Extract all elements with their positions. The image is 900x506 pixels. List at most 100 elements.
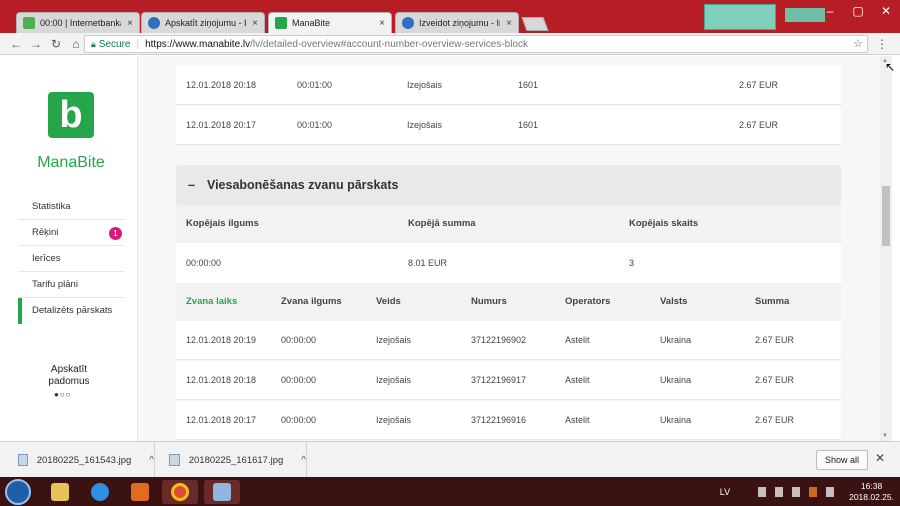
sidebar-item-tarifu-plani[interactable]: Tarifu plāni [18, 272, 124, 298]
call-amount: 2.67 EUR [755, 335, 795, 345]
reload-icon[interactable]: ↻ [46, 37, 66, 51]
call-time: 12.01.2018 20:17 [186, 415, 257, 425]
tab-title: Izveidot ziņojumu - Inbo [419, 18, 500, 28]
carousel-dots-icon[interactable]: ●○○ [54, 390, 72, 399]
sidebar-item-ierices[interactable]: Ierīces [18, 246, 124, 272]
bookmark-star-icon[interactable]: ☆ [853, 37, 863, 50]
download-item[interactable]: 20180225_161543.jpg ^ [0, 442, 155, 478]
tips-link[interactable]: Apskatīt padomus [40, 364, 98, 388]
page-scrollbar[interactable]: ▲ ▼ [880, 56, 892, 441]
download-bar: 20180225_161543.jpg ^ 20180225_161617.jp… [0, 441, 900, 478]
call-number: 1601 [518, 80, 539, 90]
close-tab-icon[interactable]: × [506, 18, 512, 29]
call-duration: 00:00:00 [281, 415, 317, 425]
page-viewport: b ManaBite Statistika Rēķini 1 Ierīces Ta… [0, 56, 900, 441]
collapse-icon[interactable]: – [188, 178, 195, 192]
explorer-icon[interactable] [42, 480, 78, 504]
sidebar-item-detalizets-parskats[interactable]: Detalizēts pārskats [18, 298, 124, 324]
call-country: Ukraina [660, 335, 692, 345]
tab-inbox-compose[interactable]: Izveidot ziņojumu - Inbo × [395, 12, 519, 33]
sidebar-item-label: Detalizēts pārskats [32, 305, 113, 316]
summary-value: 8.01 EUR [408, 258, 448, 268]
close-download-bar-icon[interactable]: ✕ [875, 451, 885, 465]
media-player-icon[interactable] [122, 480, 158, 504]
column-header[interactable]: Zvana laiks [186, 283, 237, 321]
column-header[interactable]: Summa [755, 283, 789, 321]
show-all-button[interactable]: Show all [816, 450, 868, 470]
windows-taskbar: LV 16:38 2018.02.25. [0, 477, 900, 506]
minimize-icon[interactable]: – [816, 0, 844, 22]
photo-viewer-icon[interactable] [204, 480, 240, 504]
system-tray: LV 16:38 2018.02.25. [720, 481, 894, 503]
tray-alert-icon[interactable] [809, 487, 818, 497]
chrome-icon[interactable] [162, 480, 198, 504]
call-type: Izejošais [376, 375, 412, 385]
column-header[interactable]: Operators [565, 283, 610, 321]
chevron-up-icon[interactable]: ^ [301, 455, 306, 466]
back-icon[interactable]: ← [6, 37, 26, 51]
summary-row: 00:00:00 8.01 EUR 3 [176, 243, 841, 283]
new-tab-button[interactable] [521, 17, 549, 31]
mail-favicon-icon [402, 17, 414, 29]
download-filename: 20180225_161617.jpg [188, 454, 284, 466]
main-content: 12.01.2018 20:18 00:01:00 Izejošais 1601… [138, 56, 880, 441]
manabite-favicon-icon [275, 17, 287, 29]
tab-title: Apskatīt ziņojumu - Inbo [165, 18, 247, 28]
download-filename: 20180225_161543.jpg [36, 454, 132, 466]
tab-manabite[interactable]: ManaBite × [268, 12, 392, 33]
close-tab-icon[interactable]: × [379, 18, 385, 29]
mail-favicon-icon [148, 17, 160, 29]
notification-badge: 1 [109, 227, 122, 240]
call-duration: 00:01:00 [297, 120, 333, 130]
volume-icon[interactable] [826, 487, 835, 497]
sidebar-item-label: Statistika [32, 201, 71, 212]
section-title: Viesabonēšanas zvanu pārskats [206, 178, 399, 192]
network-icon[interactable] [792, 487, 801, 497]
call-number: 37122196902 [471, 335, 527, 345]
summary-header-cell: Kopējais skaits [629, 218, 699, 229]
tray-usb-icon[interactable] [775, 487, 784, 497]
call-time: 12.01.2018 20:18 [186, 80, 257, 90]
call-operator: Astelit [565, 375, 590, 385]
clock-time: 16:38 [860, 481, 883, 491]
scroll-thumb[interactable] [882, 186, 890, 246]
tab-title: ManaBite [292, 18, 331, 28]
sidebar-item-statistika[interactable]: Statistika [18, 194, 124, 220]
scroll-down-icon[interactable]: ▼ [882, 433, 888, 439]
manabite-logo-icon[interactable]: b [48, 92, 94, 138]
chevron-up-icon[interactable]: ^ [149, 455, 154, 466]
tab-internetbanka[interactable]: 00:00 | Internetbanka × [16, 12, 140, 33]
maximize-icon[interactable]: ▢ [844, 0, 872, 22]
column-header[interactable]: Numurs [471, 283, 507, 321]
call-duration: 00:00:00 [281, 335, 317, 345]
column-header[interactable]: Valsts [660, 283, 687, 321]
tab-title: 00:00 | Internetbanka [40, 18, 122, 28]
call-time: 12.01.2018 20:19 [186, 335, 257, 345]
tab-inbox-view[interactable]: Apskatīt ziņojumu - Inbo × [141, 12, 265, 33]
taskbar-clock[interactable]: 16:38 2018.02.25. [849, 481, 894, 503]
lock-icon: 🔒︎ [91, 38, 96, 49]
close-window-icon[interactable]: ✕ [872, 0, 900, 22]
call-number: 37122196917 [471, 375, 527, 385]
tray-app-icon[interactable] [758, 487, 767, 497]
address-bar[interactable]: 🔒︎ Secure | https://www.manabite.lv/lv/d… [84, 35, 868, 53]
close-tab-icon[interactable]: × [127, 18, 133, 29]
download-item[interactable]: 20180225_161617.jpg ^ [155, 442, 307, 478]
forward-icon[interactable]: → [26, 37, 46, 51]
browser-menu-icon[interactable]: ⋮ [876, 37, 888, 51]
column-header[interactable]: Zvana ilgums [281, 283, 342, 321]
call-amount: 2.67 EUR [755, 415, 795, 425]
summary-value: 3 [629, 258, 635, 268]
internet-explorer-icon[interactable] [82, 480, 118, 504]
start-button-icon[interactable] [5, 479, 31, 505]
close-tab-icon[interactable]: × [252, 18, 258, 29]
table-header: Zvana laiks Zvana ilgums Veids Numurs Op… [176, 283, 841, 321]
summary-header-cell: Kopējā summa [408, 218, 476, 229]
home-icon[interactable]: ⌂ [66, 37, 86, 51]
column-header[interactable]: Veids [376, 283, 401, 321]
table-row: 12.01.2018 20:18 00:00:00 Izejošais 3712… [176, 361, 841, 400]
language-indicator[interactable]: LV [720, 487, 730, 497]
roaming-section-header[interactable]: – Viesabonēšanas zvanu pārskats [176, 165, 841, 205]
sidebar-item-rekini[interactable]: Rēķini 1 [18, 220, 124, 246]
browser-tab-strip: – ▢ ✕ 00:00 | Internetbanka × Apskatīt z… [0, 0, 900, 33]
